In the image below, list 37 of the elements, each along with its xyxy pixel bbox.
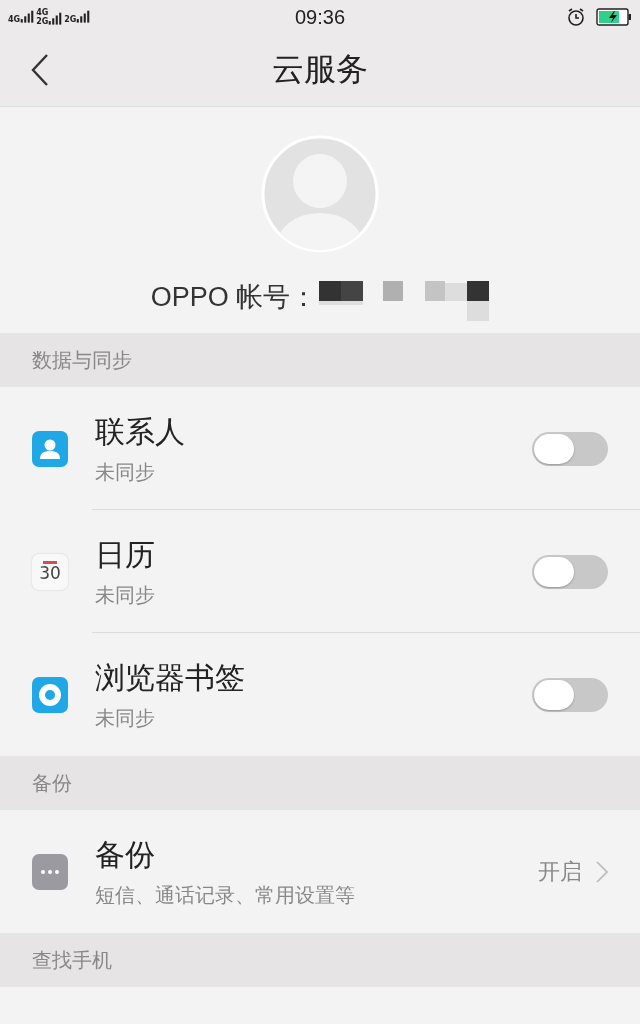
- battery-icon: [596, 8, 632, 26]
- network-label: 2G: [64, 15, 77, 24]
- backup-status: 开启: [538, 857, 582, 886]
- account-label: OPPO 帐号：: [150, 281, 318, 313]
- item-status: 未同步: [95, 581, 156, 609]
- item-title: 浏览器书签: [95, 658, 246, 697]
- sync-row[interactable]: 浏览器书签 未同步: [0, 633, 640, 756]
- section-header: 数据与同步: [32, 346, 132, 374]
- section-header: 查找手机: [32, 946, 112, 974]
- sync-row[interactable]: 30 日历 未同步: [0, 510, 640, 633]
- item-status: 未同步: [95, 458, 156, 486]
- avatar-icon[interactable]: [261, 135, 379, 253]
- alarm-icon: [566, 7, 586, 27]
- back-icon[interactable]: [30, 53, 50, 87]
- signal-icon: [76, 10, 91, 24]
- sync-row[interactable]: 联系人 未同步: [0, 387, 640, 510]
- item-title: 备份: [95, 835, 156, 874]
- network-label: 4G 2G: [36, 8, 49, 26]
- status-time: 09:36: [294, 5, 346, 29]
- calendar-icon: 30: [32, 553, 68, 590]
- item-status: 未同步: [95, 704, 156, 732]
- page-title: 云服务: [272, 49, 368, 90]
- item-title: 日历: [95, 535, 156, 574]
- signal-icon: [48, 12, 63, 26]
- settings-row[interactable]: 备份 短信、通话记录、常用设置等 开启: [0, 810, 640, 933]
- chevron-icon: [596, 860, 608, 883]
- browser-icon: [32, 676, 68, 713]
- item-status: 短信、通话记录、常用设置等: [95, 881, 356, 909]
- network-label: 4G: [8, 15, 21, 24]
- signal-icon: [20, 10, 35, 24]
- sync-switch[interactable]: [532, 431, 608, 466]
- item-title: 联系人: [95, 412, 186, 451]
- contact-icon: [32, 430, 68, 467]
- sync-switch[interactable]: [532, 554, 608, 589]
- more-icon: [32, 853, 68, 890]
- section-header: 备份: [32, 769, 72, 797]
- sync-switch[interactable]: [532, 677, 608, 712]
